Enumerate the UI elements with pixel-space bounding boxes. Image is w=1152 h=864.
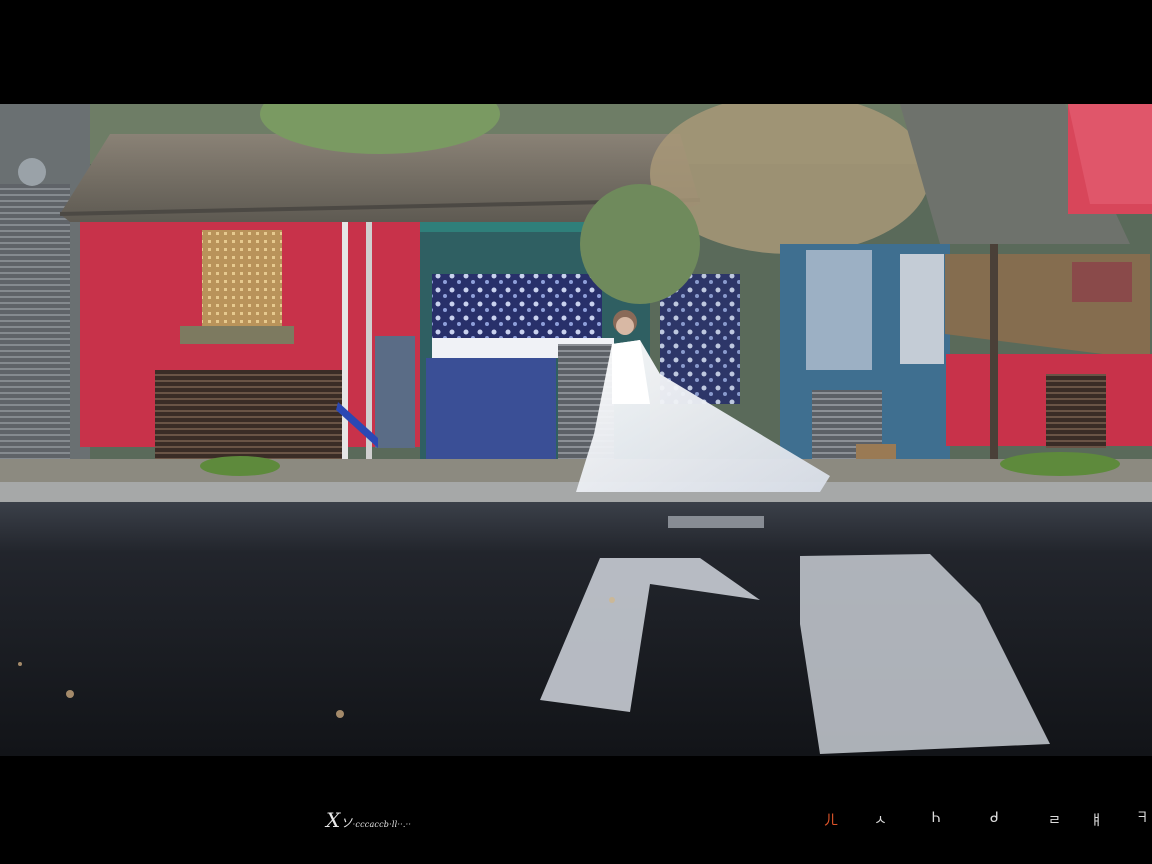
letterbox-frame: Xソ·cccaccb·ll··.·· ㄦ ㅅ Ꮒ ᑯ ㄹ ㅒ ᖷ	[0, 0, 1152, 864]
street-scene	[0, 104, 1152, 756]
glyph-5: ㅒ	[1090, 813, 1103, 829]
glyph-0: ㄦ	[824, 813, 838, 829]
glyph-2: Ꮒ	[932, 810, 941, 826]
photo-caption: Xソ·cccaccb·ll··.··	[326, 808, 411, 832]
caption-text: ソ	[340, 816, 353, 830]
glyph-strip: ㄦ ㅅ Ꮒ ᑯ ㄹ ㅒ ᖷ	[820, 810, 1152, 830]
street-photo	[0, 104, 1152, 756]
caption-mark: X	[326, 808, 341, 832]
caption-small-text: ·cccaccb·ll··.··	[352, 820, 412, 829]
glyph-4: ㄹ	[1048, 813, 1061, 829]
glyph-3: ᑯ	[990, 810, 999, 826]
glyph-1: ㅅ	[874, 813, 887, 829]
glyph-6: ᖷ	[1138, 810, 1147, 826]
